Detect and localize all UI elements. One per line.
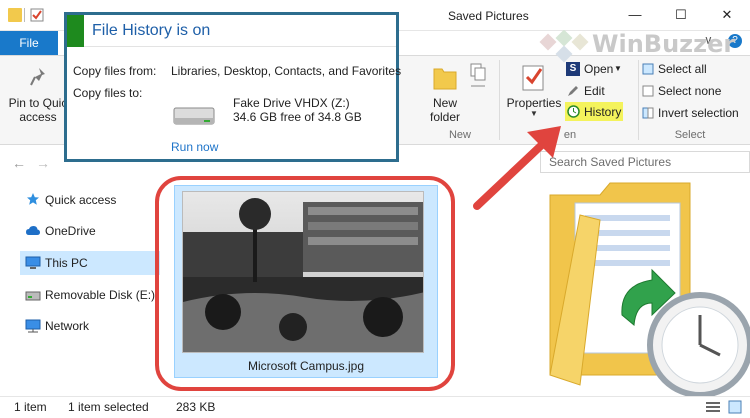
computer-icon [25, 256, 41, 273]
pin-icon[interactable] [28, 66, 50, 91]
run-now-link[interactable]: Run now [171, 140, 218, 154]
drive-icon [25, 290, 41, 304]
popup-title: File History is on [92, 22, 211, 39]
nav-item-removable-disk[interactable]: Removable Disk (E:) [45, 284, 155, 306]
star-icon [26, 192, 40, 209]
properties-button[interactable]: Properties [505, 96, 563, 110]
status-size: 283 KB [176, 400, 216, 414]
details-view-icon[interactable] [706, 401, 720, 416]
new-folder-label-2[interactable]: folder [422, 110, 468, 124]
qat-divider [24, 8, 25, 22]
copy-from-label: Copy files from: [73, 64, 157, 78]
file-tab[interactable]: File [0, 31, 58, 55]
pin-button-label-2[interactable]: access [6, 110, 70, 124]
new-folder-label-1[interactable]: New [422, 96, 468, 110]
select-none-button[interactable]: Select none [658, 84, 721, 98]
select-group-label: Select [674, 129, 706, 141]
nav-selected-highlight [20, 251, 160, 275]
back-icon[interactable]: ← [12, 155, 26, 171]
invert-selection-icon [642, 107, 654, 122]
close-button[interactable]: ✕ [704, 0, 750, 30]
nav-item-network[interactable]: Network [45, 315, 89, 337]
select-all-icon [642, 63, 654, 78]
cloud-icon [25, 225, 41, 240]
annotation-arrow [465, 118, 575, 221]
status-on-indicator [67, 15, 84, 47]
window-title: Saved Pictures [448, 9, 529, 23]
nav-item-onedrive[interactable]: OneDrive [45, 220, 96, 242]
edit-icon [566, 84, 580, 101]
properties-dropdown-icon[interactable]: ▼ [530, 109, 538, 118]
drive-space: 34.6 GB free of 34.8 GB [233, 110, 362, 124]
copy-from-value: Libraries, Desktop, Contacts, and Favori… [171, 64, 402, 78]
new-folder-icon[interactable] [432, 63, 458, 94]
invert-selection-button[interactable]: Invert selection [658, 106, 739, 120]
nav-item-quick-access[interactable]: Quick access [45, 189, 116, 211]
edit-button[interactable]: Edit [584, 84, 605, 98]
folder-icon[interactable] [8, 8, 22, 22]
drive-name: Fake Drive VHDX (Z:) [233, 96, 350, 110]
large-icons-view-icon[interactable] [728, 400, 742, 417]
winbuzzer-logo-icon [538, 29, 590, 67]
select-none-icon [642, 85, 654, 100]
copy-to-label: Copy files to: [73, 86, 143, 100]
forward-icon[interactable]: → [36, 155, 50, 171]
history-button[interactable]: History [584, 105, 621, 119]
external-drive-icon [172, 104, 216, 128]
open-dropdown-icon[interactable]: ▼ [614, 64, 622, 73]
maximize-button[interactable]: ☐ [658, 0, 704, 30]
properties-check-icon[interactable] [30, 8, 44, 22]
nav-item-this-pc[interactable]: This PC [45, 252, 88, 274]
ribbon-divider [638, 60, 639, 140]
select-all-button[interactable]: Select all [658, 62, 707, 76]
network-icon [25, 319, 41, 336]
minimize-button[interactable]: — [612, 0, 658, 30]
annotation-outline [155, 176, 455, 391]
status-selected: 1 item selected [68, 400, 149, 414]
watermark: WinBuzzer [592, 30, 736, 58]
new-item-icon[interactable] [468, 62, 490, 95]
pin-button-label-1[interactable]: Pin to Quic [6, 96, 70, 110]
status-item-count: 1 item [14, 400, 47, 414]
